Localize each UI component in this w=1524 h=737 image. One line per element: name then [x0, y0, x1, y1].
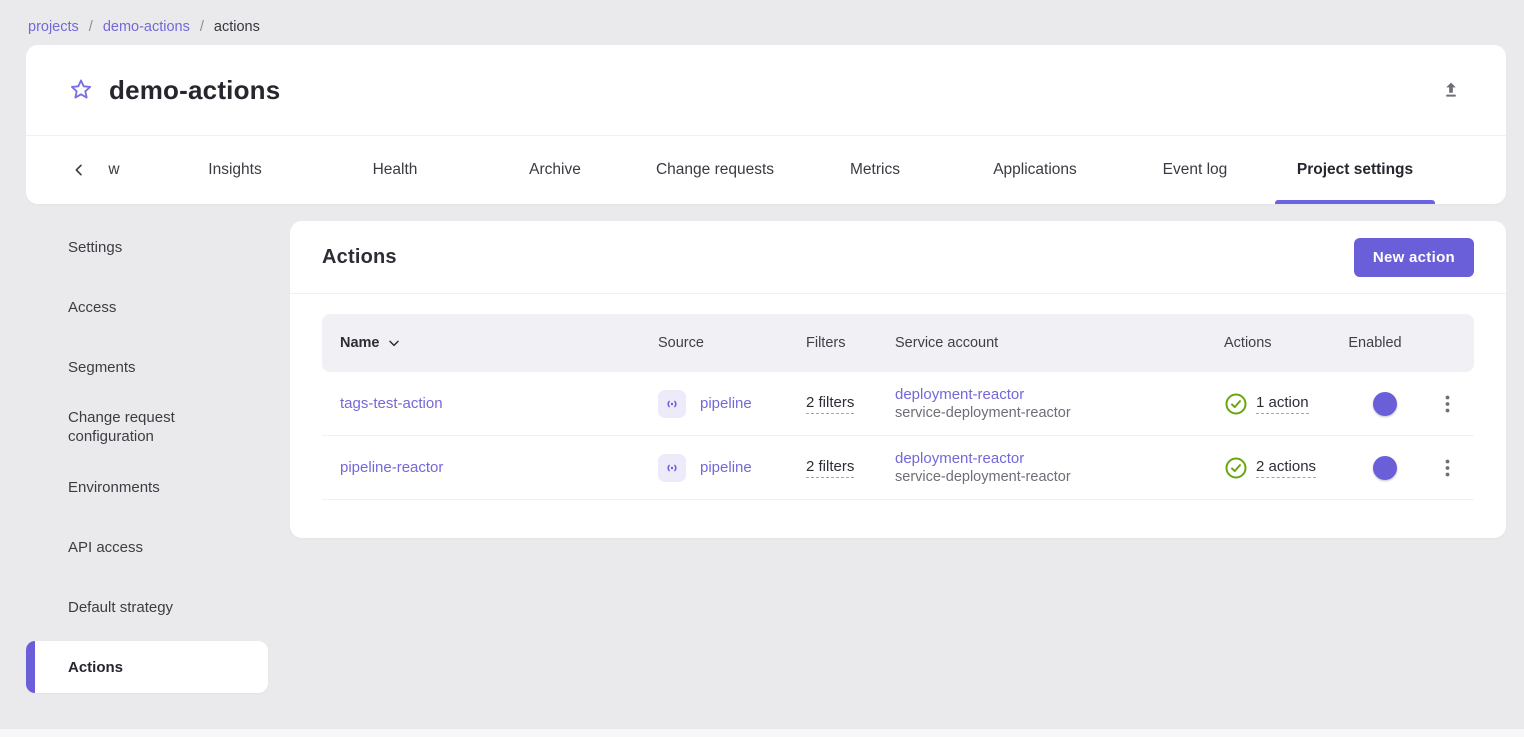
sidebar-item-environments[interactable]: Environments [26, 461, 268, 513]
actions-count[interactable]: 1 action [1256, 394, 1309, 414]
check-circle-icon [1224, 456, 1248, 480]
tab-health[interactable]: Health [315, 136, 475, 204]
tab-applications[interactable]: Applications [955, 136, 1115, 204]
filters-cell: 2 filters [790, 394, 875, 414]
toggle-thumb [1373, 456, 1397, 480]
kebab-menu-icon[interactable] [1431, 452, 1463, 484]
actions-count[interactable]: 2 actions [1256, 458, 1316, 478]
check-circle-icon [1224, 392, 1248, 416]
sidebar-item-change-request-configuration[interactable]: Change request configuration [26, 401, 268, 453]
service-account-link[interactable]: deployment-reactor [895, 386, 1024, 403]
breadcrumb-link-projects[interactable]: projects [28, 19, 79, 35]
signal-icon [658, 454, 686, 482]
filters-count[interactable]: 2 filters [806, 394, 854, 414]
tabs-scroll-left-icon[interactable] [67, 136, 91, 204]
tab-archive[interactable]: Archive [475, 136, 635, 204]
row-menu-cell [1420, 452, 1474, 484]
action-name-link[interactable]: tags-test-action [340, 395, 443, 412]
source-link[interactable]: pipeline [700, 459, 752, 476]
action-name-cell: tags-test-action [322, 395, 650, 412]
sidebar-item-default-strategy[interactable]: Default strategy [26, 581, 268, 633]
project-header-card: demo-actions w Insights Health Archive C… [26, 45, 1506, 204]
column-header-enabled: Enabled [1330, 335, 1420, 351]
source-cell: pipeline [650, 454, 790, 482]
table-row: pipeline-reactor pipeline 2 filters [322, 436, 1474, 500]
breadcrumb: projects / demo-actions / actions [0, 0, 1524, 35]
breadcrumb-separator: / [200, 19, 204, 35]
export-upload-icon[interactable] [1440, 78, 1464, 102]
enabled-cell [1330, 459, 1420, 477]
sort-chevron-down-icon [386, 335, 402, 351]
horizontal-scrollbar-track[interactable] [0, 729, 1524, 737]
breadcrumb-link-demo-actions[interactable]: demo-actions [103, 19, 190, 35]
table-row: tags-test-action pipeline 2 filters [322, 372, 1474, 436]
column-header-name[interactable]: Name [322, 335, 650, 351]
tab-event-log[interactable]: Event log [1115, 136, 1275, 204]
service-account-link[interactable]: deployment-reactor [895, 450, 1024, 467]
row-menu-cell [1420, 388, 1474, 420]
sidebar-item-actions[interactable]: Actions [26, 641, 268, 693]
service-account-id: service-deployment-reactor [895, 469, 1071, 485]
actions-panel: Actions New action Name Source Filters S… [290, 221, 1506, 538]
filters-count[interactable]: 2 filters [806, 458, 854, 478]
sidebar-item-settings[interactable]: Settings [26, 221, 268, 273]
column-header-filters: Filters [790, 335, 875, 351]
enabled-toggle[interactable] [1355, 395, 1395, 413]
column-header-name-label: Name [340, 335, 380, 351]
actions-count-cell: 1 action [1210, 392, 1330, 416]
panel-title: Actions [322, 246, 397, 269]
kebab-menu-icon[interactable] [1431, 388, 1463, 420]
signal-icon [658, 390, 686, 418]
sidebar-item-api-access[interactable]: API access [26, 521, 268, 573]
tab-overview-partial[interactable]: w [99, 136, 129, 204]
column-header-actions: Actions [1210, 335, 1330, 351]
page-title: demo-actions [109, 75, 280, 106]
project-tab-bar: w Insights Health Archive Change request… [26, 135, 1506, 204]
service-account-id: service-deployment-reactor [895, 405, 1071, 421]
column-header-source: Source [650, 335, 790, 351]
actions-table: Name Source Filters Service account Acti… [290, 294, 1506, 508]
settings-sidebar: Settings Access Segments Change request … [26, 221, 268, 701]
tab-change-requests[interactable]: Change requests [635, 136, 795, 204]
enabled-cell [1330, 395, 1420, 413]
favorite-star-icon[interactable] [68, 77, 94, 103]
source-cell: pipeline [650, 390, 790, 418]
service-account-cell: deployment-reactor service-deployment-re… [875, 386, 1210, 421]
new-action-button[interactable]: New action [1354, 238, 1474, 277]
filters-cell: 2 filters [790, 458, 875, 478]
tab-metrics[interactable]: Metrics [795, 136, 955, 204]
sidebar-item-segments[interactable]: Segments [26, 341, 268, 393]
breadcrumb-separator: / [89, 19, 93, 35]
source-link[interactable]: pipeline [700, 395, 752, 412]
sidebar-item-access[interactable]: Access [26, 281, 268, 333]
column-header-service-account: Service account [875, 335, 1210, 351]
actions-count-cell: 2 actions [1210, 456, 1330, 480]
enabled-toggle[interactable] [1355, 459, 1395, 477]
tab-project-settings[interactable]: Project settings [1275, 136, 1435, 204]
toggle-thumb [1373, 392, 1397, 416]
tab-insights[interactable]: Insights [155, 136, 315, 204]
actions-panel-header: Actions New action [290, 221, 1506, 294]
service-account-cell: deployment-reactor service-deployment-re… [875, 450, 1210, 485]
breadcrumb-current: actions [214, 19, 260, 35]
content-area: Settings Access Segments Change request … [0, 204, 1524, 701]
action-name-link[interactable]: pipeline-reactor [340, 459, 443, 476]
project-title-row: demo-actions [26, 45, 1506, 135]
table-header-row: Name Source Filters Service account Acti… [322, 314, 1474, 372]
action-name-cell: pipeline-reactor [322, 459, 650, 476]
